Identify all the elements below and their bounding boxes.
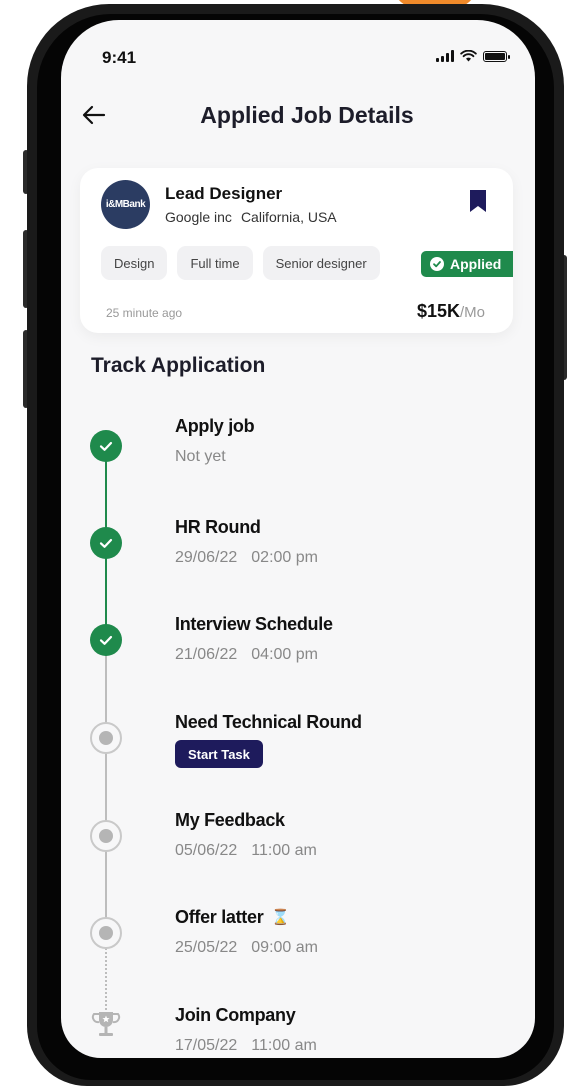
step-date-value: 05/06/22: [175, 842, 238, 859]
posted-time: 25 minute ago: [106, 306, 183, 320]
step-title: HR Round: [175, 517, 261, 537]
salary-period: /Mo: [459, 304, 485, 321]
tag-full-time: Full time: [177, 246, 253, 280]
bookmark-icon[interactable]: [469, 189, 487, 213]
step-title: My Feedback: [175, 810, 285, 830]
status-time: 9:41: [102, 48, 137, 67]
company-logo-text: i&MBank: [105, 199, 146, 210]
step-datetime: 21/06/22 04:00 pm: [175, 646, 333, 664]
company-logo: i&MBank: [101, 180, 150, 229]
step-node-completed: [90, 430, 122, 462]
step-node-pending: [90, 917, 122, 949]
step-title: Need Technical Round: [175, 712, 362, 732]
step-date-value: 29/06/22: [175, 549, 238, 566]
step-apply-job: Apply job Not yet: [175, 416, 255, 466]
step-title: Offer latter: [175, 907, 264, 927]
step-time-value: 04:00 pm: [251, 646, 318, 663]
job-tags: Design Full time Senior designer: [101, 246, 380, 280]
start-task-button[interactable]: Start Task: [175, 740, 263, 768]
track-application-title: Track Application: [91, 354, 266, 377]
step-date: Not yet: [175, 448, 254, 466]
step-offer-letter: Offer latter ⌛ 25/05/22 09:00 am: [175, 907, 318, 957]
step-datetime: 05/06/22 11:00 am: [175, 842, 317, 860]
check-icon: [99, 635, 113, 645]
check-icon: [99, 441, 113, 451]
check-icon: [99, 538, 113, 548]
step-technical-round: Need Technical Round Start Task: [175, 712, 362, 768]
stage: 9:41 Applied Job Details i&MBank Lead De…: [0, 0, 567, 1086]
job-location: California, USA: [240, 209, 337, 225]
step-node-pending: [90, 722, 122, 754]
hourglass-icon: ⌛: [271, 909, 290, 926]
job-title: Lead Designer: [165, 184, 283, 203]
job-card[interactable]: i&MBank Lead Designer Google inc Californ…: [80, 168, 513, 333]
check-circle-icon: [430, 257, 444, 271]
step-time-value: 02:00 pm: [251, 549, 318, 566]
step-node-completed: [90, 527, 122, 559]
step-datetime: 29/06/22 02:00 pm: [175, 549, 318, 567]
signal-icon: [436, 50, 454, 62]
header: Applied Job Details: [61, 98, 535, 134]
step-my-feedback: My Feedback 05/06/22 11:00 am: [175, 810, 317, 860]
phone-screen: 9:41 Applied Job Details i&MBank Lead De…: [61, 20, 535, 1058]
step-datetime: 25/05/22 09:00 am: [175, 939, 318, 957]
step-join-company: Join Company 17/05/22 11:00 am: [175, 1005, 317, 1055]
step-time-value: 11:00 am: [251, 1037, 317, 1054]
step-title: Interview Schedule: [175, 614, 333, 634]
wifi-icon: [460, 50, 477, 62]
step-title: Apply job: [175, 416, 255, 436]
step-date-value: 25/05/22: [175, 939, 238, 956]
step-time-value: 11:00 am: [251, 842, 317, 859]
timeline-connector-pending: [105, 640, 107, 933]
tag-senior-designer: Senior designer: [262, 246, 380, 280]
job-company-location: Google inc California, USA: [165, 209, 337, 225]
timeline-connector-final: [105, 933, 107, 1017]
job-company: Google inc: [165, 209, 232, 225]
battery-icon: [483, 50, 510, 62]
page-title: Applied Job Details: [200, 102, 414, 128]
timeline-connector-completed: [105, 445, 107, 640]
trophy-icon: [91, 1012, 121, 1036]
step-node-pending: [90, 820, 122, 852]
step-title: Join Company: [175, 1005, 296, 1025]
status-icons: [436, 50, 510, 62]
applied-status-badge: Applied: [421, 251, 513, 277]
salary: $15K/Mo: [417, 301, 485, 322]
step-interview-schedule: Interview Schedule 21/06/22 04:00 pm: [175, 614, 333, 664]
step-title-row: Offer latter ⌛: [175, 907, 318, 928]
applied-status-label: Applied: [450, 256, 502, 272]
tag-design: Design: [101, 246, 168, 280]
salary-amount: $15K: [416, 301, 460, 321]
status-bar: 9:41: [61, 20, 535, 90]
step-datetime: 17/05/22 11:00 am: [175, 1037, 317, 1055]
step-node-completed: [90, 624, 122, 656]
step-date-value: 21/06/22: [175, 646, 238, 663]
step-time-value: 09:00 am: [251, 939, 318, 956]
phone-frame: 9:41 Applied Job Details i&MBank Lead De…: [27, 4, 564, 1086]
step-date-value: Not yet: [175, 448, 226, 465]
step-date-value: 17/05/22: [175, 1037, 238, 1054]
step-hr-round: HR Round 29/06/22 02:00 pm: [175, 517, 318, 567]
